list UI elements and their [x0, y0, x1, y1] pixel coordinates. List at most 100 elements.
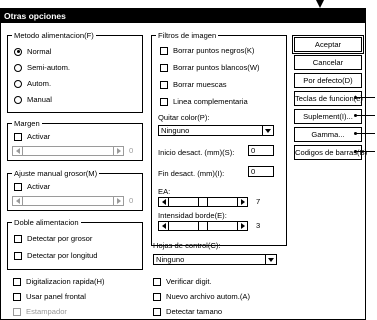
function-keys-button[interactable]: Teclas de funcion(e): [294, 91, 363, 106]
feed-semi-auto-option[interactable]: Semi-autom.: [14, 63, 70, 72]
radio-auto[interactable]: [14, 79, 22, 88]
image-filters-legend: Filtros de imagen: [156, 30, 219, 41]
callout-dot-icon: [354, 150, 357, 153]
slider-right-arrow-icon[interactable]: [237, 222, 247, 230]
detect-by-length-checkbox[interactable]: [14, 251, 22, 260]
control-sheets-value: Ninguno: [156, 255, 185, 264]
margin-value: 0: [129, 146, 134, 155]
thickness-activate-checkbox[interactable]: [14, 182, 22, 191]
radio-manual[interactable]: [14, 95, 22, 104]
complementary-line-checkbox[interactable]: [160, 97, 168, 106]
detect-by-length-label: Detectar por longitud: [27, 251, 98, 260]
start-offset-label: Inicio desact. (mm)(S):: [158, 148, 235, 157]
chevron-down-icon[interactable]: [265, 255, 276, 264]
remove-notches-option[interactable]: Borrar muescas: [160, 80, 227, 89]
remove-black-dots-checkbox[interactable]: [160, 46, 168, 55]
detect-by-thickness-checkbox[interactable]: [14, 234, 22, 243]
end-offset-label: Fin desact. (mm)(I):: [158, 169, 225, 178]
ea-slider-thumb[interactable]: [198, 198, 208, 206]
remove-black-dots-label: Borrar puntos negros(K): [173, 46, 255, 55]
callout-line: [355, 133, 375, 134]
callout-dot-icon: [354, 132, 357, 135]
remove-white-dots-checkbox[interactable]: [160, 63, 168, 72]
verify-digit-option[interactable]: Verificar digit.: [153, 277, 212, 286]
edge-intensity-slider[interactable]: [158, 221, 248, 231]
slider-left-arrow-icon[interactable]: [159, 222, 169, 230]
stamper-checkbox[interactable]: [13, 307, 21, 316]
detect-by-length-option[interactable]: Detectar por longitud: [14, 251, 98, 260]
callout-line: [355, 151, 375, 152]
remove-white-dots-label: Borrar puntos blancos(W): [173, 63, 260, 72]
remove-notches-label: Borrar muescas: [173, 80, 227, 89]
rapid-scan-option[interactable]: Digitalizacion rapida(H): [13, 277, 105, 286]
callout-dot-icon: [354, 96, 357, 99]
margin-activate-label: Activar: [27, 132, 51, 141]
slider-right-arrow-icon[interactable]: [113, 147, 123, 155]
detect-by-thickness-option[interactable]: Detectar por grosor: [14, 234, 92, 243]
detect-size-checkbox[interactable]: [153, 307, 161, 316]
feed-semi-auto-label: Semi-autom.: [27, 63, 71, 72]
double-feed-group: Doble alimentacion Detectar por grosor D…: [7, 217, 143, 270]
start-offset-input[interactable]: 0: [248, 145, 274, 156]
slider-left-arrow-icon[interactable]: [13, 197, 23, 205]
new-file-option[interactable]: Nuevo archivo autom.(A): [153, 292, 250, 301]
accept-button[interactable]: Aceptar: [292, 35, 364, 54]
feed-normal-label: Normal: [27, 47, 52, 56]
feed-method-legend: Metodo alimentacion(F): [12, 30, 96, 41]
stamper-option[interactable]: Estampador: [13, 307, 67, 316]
drop-color-label: Quitar color(P):: [158, 113, 210, 122]
remove-notches-checkbox[interactable]: [160, 80, 168, 89]
margin-activate-option[interactable]: Activar: [14, 132, 50, 141]
remove-white-dots-option[interactable]: Borrar puntos blancos(W): [160, 63, 260, 72]
new-file-label: Nuevo archivo autom.(A): [166, 292, 250, 301]
gamma-button[interactable]: Gamma...: [294, 127, 362, 142]
radio-normal[interactable]: [14, 47, 22, 56]
detect-size-label: Detectar tamano: [166, 307, 223, 316]
end-offset-input[interactable]: 0: [248, 166, 274, 177]
drop-color-select[interactable]: Ninguno: [158, 125, 274, 136]
other-options-dialog: Otras opciones Metodo alimentacion(F) No…: [0, 8, 367, 320]
callout-dot-icon: [354, 114, 357, 117]
margin-slider[interactable]: [12, 146, 124, 156]
margin-activate-checkbox[interactable]: [14, 132, 22, 141]
front-panel-option[interactable]: Usar panel frontal: [13, 292, 86, 301]
feed-auto-option[interactable]: Autom.: [14, 79, 51, 88]
radio-semi-auto[interactable]: [14, 63, 22, 72]
thickness-activate-label: Activar: [27, 182, 51, 191]
front-panel-checkbox[interactable]: [13, 292, 21, 301]
slider-right-arrow-icon[interactable]: [113, 197, 123, 205]
thickness-activate-option[interactable]: Activar: [14, 182, 50, 191]
verify-digit-checkbox[interactable]: [153, 277, 161, 286]
ea-value: 7: [256, 197, 261, 206]
thickness-group: Ajuste manual grosor(M) Activar 0: [7, 168, 143, 211]
complementary-line-option[interactable]: Linea complementaria: [160, 97, 248, 106]
thickness-value: 0: [129, 196, 134, 205]
thickness-slider[interactable]: [12, 196, 124, 206]
remove-black-dots-option[interactable]: Borrar puntos negros(K): [160, 46, 254, 55]
feed-manual-option[interactable]: Manual: [14, 95, 52, 104]
barcodes-button[interactable]: Codigos de barras(B): [294, 145, 367, 160]
stamper-label: Estampador: [26, 307, 67, 316]
callout-line: [355, 115, 375, 116]
new-file-checkbox[interactable]: [153, 292, 161, 301]
callout-line: [355, 97, 375, 98]
margin-group: Margen Activar 0: [7, 118, 143, 161]
edge-intensity-value: 3: [256, 221, 261, 230]
slider-right-arrow-icon[interactable]: [237, 198, 247, 206]
control-sheets-label: Hojas de control(C):: [153, 241, 221, 250]
slider-left-arrow-icon[interactable]: [13, 147, 23, 155]
slider-left-arrow-icon[interactable]: [159, 198, 169, 206]
feed-method-group: Metodo alimentacion(F) Normal Semi-autom…: [7, 30, 143, 113]
detect-size-option[interactable]: Detectar tamano: [153, 307, 222, 316]
rapid-scan-checkbox[interactable]: [13, 277, 21, 286]
cancel-button[interactable]: Cancelar: [294, 55, 362, 70]
control-sheets-select[interactable]: Ninguno: [153, 254, 277, 265]
ea-slider[interactable]: [158, 197, 248, 207]
front-panel-label: Usar panel frontal: [26, 292, 86, 301]
default-button[interactable]: Por defecto(D): [294, 73, 362, 88]
supplement-button[interactable]: Suplement(I)...: [294, 109, 362, 124]
feed-normal-option[interactable]: Normal: [14, 47, 51, 56]
edge-intensity-slider-thumb[interactable]: [198, 222, 208, 230]
chevron-down-icon[interactable]: [262, 126, 273, 135]
ea-label: EA:: [158, 187, 171, 196]
